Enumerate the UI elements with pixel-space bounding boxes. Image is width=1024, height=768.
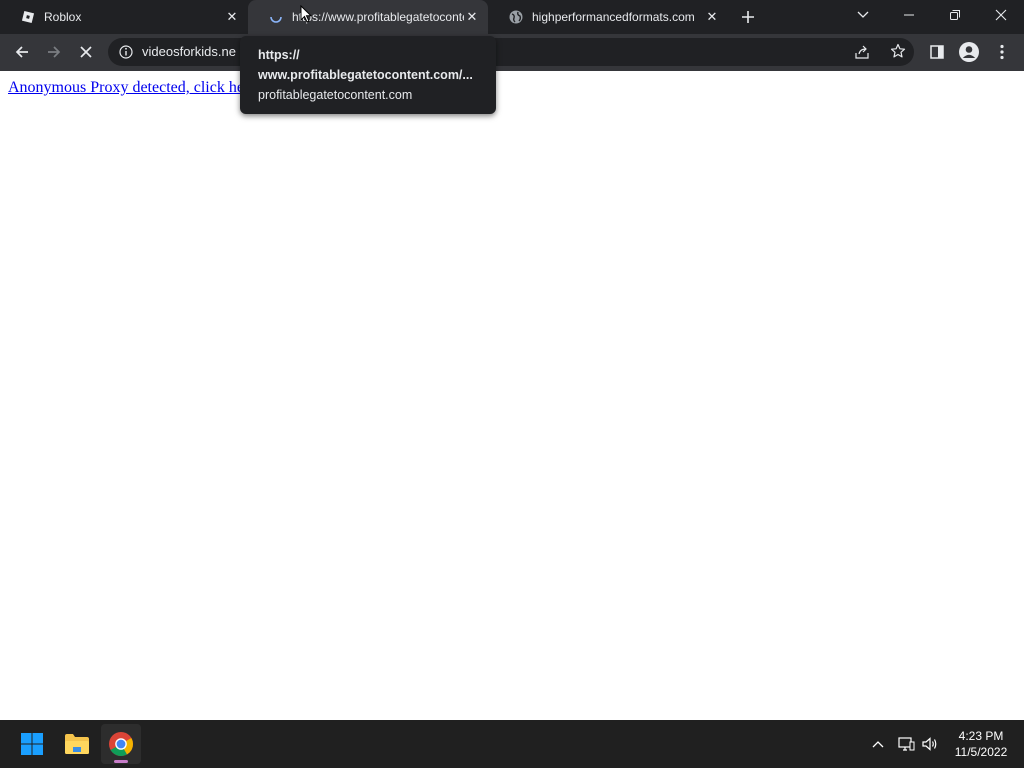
bookmark-star-icon[interactable] (890, 43, 906, 59)
system-clock[interactable]: 4:23 PM 11/5/2022 (945, 728, 1017, 760)
globe-icon (508, 9, 524, 25)
url-text: videosforkids.ne (142, 44, 236, 59)
file-explorer-icon[interactable] (57, 724, 97, 764)
tab-title: Roblox (44, 10, 82, 24)
address-bar[interactable]: videosforkids.ne (108, 38, 914, 66)
clock-time: 4:23 PM (958, 729, 1004, 743)
close-icon[interactable]: ✕ (464, 9, 480, 25)
clock-date: 11/5/2022 (954, 745, 1008, 759)
tab-search-button[interactable] (840, 0, 886, 30)
site-info-icon[interactable] (118, 44, 134, 60)
stop-loading-button[interactable] (70, 36, 102, 68)
minimize-button[interactable] (886, 0, 932, 30)
hover-card-domain: profitablegatetocontent.com (258, 88, 413, 102)
roblox-icon (20, 9, 36, 25)
close-icon[interactable]: ✕ (704, 9, 720, 25)
share-icon[interactable] (854, 44, 870, 60)
side-panel-button[interactable] (921, 36, 953, 68)
network-icon[interactable] (894, 720, 918, 768)
loading-spinner-icon (268, 9, 284, 25)
page-content: Anonymous Proxy detected, click he (0, 71, 1024, 720)
forward-button[interactable] (38, 36, 70, 68)
tab-strip: Roblox ✕ https://www.profitablegatetocon… (0, 0, 1024, 34)
tab-highperformance[interactable]: highperformancedformats.com ✕ (488, 0, 728, 34)
close-window-button[interactable] (978, 0, 1024, 30)
profile-avatar[interactable] (953, 36, 985, 68)
taskbar: 4:23 PM 11/5/2022 (0, 720, 1024, 768)
close-icon[interactable]: ✕ (224, 9, 240, 25)
new-tab-button[interactable] (736, 5, 760, 29)
hover-card-title-line1: https:// (258, 48, 300, 62)
menu-kebab-icon[interactable] (986, 36, 1018, 68)
tab-profitablegate[interactable]: https://www.profitablegatetocontent.com/… (248, 0, 488, 34)
tab-roblox[interactable]: Roblox ✕ (0, 0, 248, 34)
back-button[interactable] (6, 36, 38, 68)
proxy-detected-link[interactable]: Anonymous Proxy detected, click he (8, 79, 244, 97)
restore-button[interactable] (932, 0, 978, 30)
mouse-cursor-icon (300, 4, 314, 25)
active-app-indicator (114, 760, 128, 763)
hover-card-title-line2: www.profitablegatetocontent.com/... (258, 68, 473, 82)
browser-toolbar: videosforkids.ne (0, 34, 1024, 71)
tab-hover-card: https:// www.profitablegatetocontent.com… (240, 36, 496, 114)
tab-title: highperformancedformats.com (532, 10, 695, 24)
start-button[interactable] (12, 724, 52, 764)
chrome-taskbar-icon[interactable] (101, 724, 141, 764)
volume-icon[interactable] (918, 720, 942, 768)
show-hidden-icons-chevron-icon[interactable] (866, 720, 890, 768)
tab-title: https://www.profitablegatetocontent.com/ (292, 10, 464, 24)
